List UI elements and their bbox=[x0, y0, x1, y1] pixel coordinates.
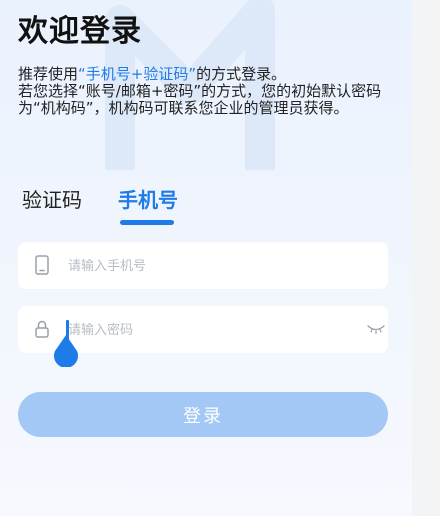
password-input[interactable] bbox=[66, 306, 350, 355]
description-highlight: “手机号+验证码” bbox=[78, 65, 197, 83]
lock-icon bbox=[35, 320, 49, 338]
eye-closed-icon[interactable] bbox=[366, 323, 386, 335]
page-title: 欢迎登录 bbox=[18, 14, 142, 49]
tab-verification-code[interactable]: 验证码 bbox=[22, 184, 82, 213]
login-panel: 欢迎登录 推荐使用“手机号+验证码”的方式登录。 若您选择“账号/邮箱+密码”的… bbox=[0, 0, 412, 516]
tab-phone-number[interactable]: 手机号 bbox=[118, 184, 178, 213]
login-method-tabs: 验证码 手机号 bbox=[0, 184, 412, 228]
description-password-hint: 若您选择“账号/邮箱+密码”的方式，您的初始默认密码为“机构码”，机构码可联系您… bbox=[18, 82, 382, 117]
active-tab-indicator bbox=[120, 220, 174, 225]
phone-field[interactable] bbox=[18, 242, 388, 291]
side-gutter bbox=[412, 0, 440, 516]
text-cursor-handle[interactable] bbox=[53, 335, 79, 367]
phone-input[interactable] bbox=[66, 242, 350, 291]
description-suffix: 的方式登录。 bbox=[196, 65, 287, 83]
mobile-phone-icon bbox=[35, 255, 49, 275]
login-page: 欢迎登录 推荐使用“手机号+验证码”的方式登录。 若您选择“账号/邮箱+密码”的… bbox=[0, 0, 440, 516]
login-description: 推荐使用“手机号+验证码”的方式登录。 若您选择“账号/邮箱+密码”的方式，您的… bbox=[18, 66, 390, 117]
login-button[interactable]: 登录 bbox=[18, 392, 388, 437]
description-prefix: 推荐使用 bbox=[18, 65, 79, 83]
